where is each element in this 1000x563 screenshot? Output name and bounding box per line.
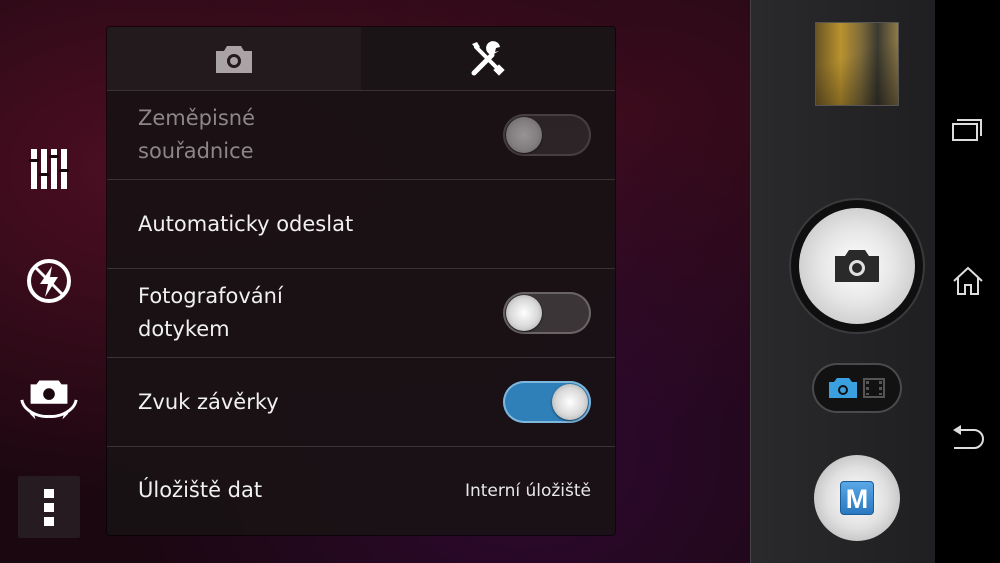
video-mode-icon [863, 378, 885, 398]
navigation-bar [935, 0, 1000, 563]
setting-geotag[interactable]: Zeměpisné souřadnice [107, 91, 615, 180]
photo-video-switch[interactable] [814, 365, 900, 411]
manual-mode-button[interactable]: M [814, 455, 900, 541]
storage-value: Interní úložiště [464, 480, 591, 501]
shutter-sound-toggle[interactable] [503, 381, 591, 423]
settings-tabs [107, 27, 615, 91]
tab-general-settings[interactable] [361, 27, 615, 90]
geotag-label-line1: Zeměpisné [138, 106, 256, 130]
switch-camera-icon [20, 380, 78, 420]
toggle-knob [506, 295, 542, 331]
tools-icon [471, 40, 505, 76]
camera-icon [835, 250, 879, 282]
touch-capture-toggle[interactable] [503, 292, 591, 334]
photo-mode-icon [829, 378, 857, 398]
touch-capture-label-line1: Fotografování [138, 284, 283, 308]
menu-button[interactable] [18, 476, 80, 538]
settings-panel: Zeměpisné souřadnice Automaticky odeslat… [107, 27, 615, 535]
camera-control-panel: M [750, 0, 935, 563]
manual-mode-label: M [840, 481, 874, 515]
last-photo-thumbnail[interactable] [815, 22, 899, 106]
switch-camera-button[interactable] [18, 366, 80, 428]
back-icon [953, 425, 984, 449]
camera-icon [216, 45, 252, 73]
tab-camera-settings[interactable] [107, 27, 361, 90]
setting-touch-capture[interactable]: Fotografování dotykem [107, 269, 615, 358]
touch-capture-label-line2: dotykem [138, 317, 230, 341]
shutter-button[interactable] [791, 200, 923, 332]
toggle-knob [506, 117, 542, 153]
recent-apps-button[interactable] [947, 108, 989, 150]
setting-auto-upload[interactable]: Automaticky odeslat [107, 180, 615, 269]
toggle-knob [552, 384, 588, 420]
shutter-face [799, 208, 915, 324]
storage-label: Úložiště dat [138, 478, 263, 502]
geotag-label-line2: souřadnice [138, 139, 254, 163]
setting-storage[interactable]: Úložiště dat Interní úložiště [107, 447, 615, 534]
home-button[interactable] [947, 260, 989, 302]
scene-settings-button[interactable] [18, 138, 80, 200]
flash-off-icon [27, 259, 71, 303]
geotag-toggle[interactable] [503, 114, 591, 156]
auto-upload-label: Automaticky odeslat [138, 211, 354, 236]
touch-capture-label: Fotografování dotykem [138, 280, 283, 346]
menu-icon [44, 489, 54, 526]
settings-sliders-icon [29, 149, 69, 189]
setting-shutter-sound[interactable]: Zvuk závěrky [107, 358, 615, 447]
shutter-sound-label: Zvuk závěrky [138, 389, 279, 414]
recent-apps-icon [952, 119, 982, 141]
back-button[interactable] [947, 418, 989, 460]
flash-button[interactable] [18, 250, 80, 312]
home-icon [953, 266, 983, 295]
geotag-label: Zeměpisné souřadnice [138, 102, 255, 168]
